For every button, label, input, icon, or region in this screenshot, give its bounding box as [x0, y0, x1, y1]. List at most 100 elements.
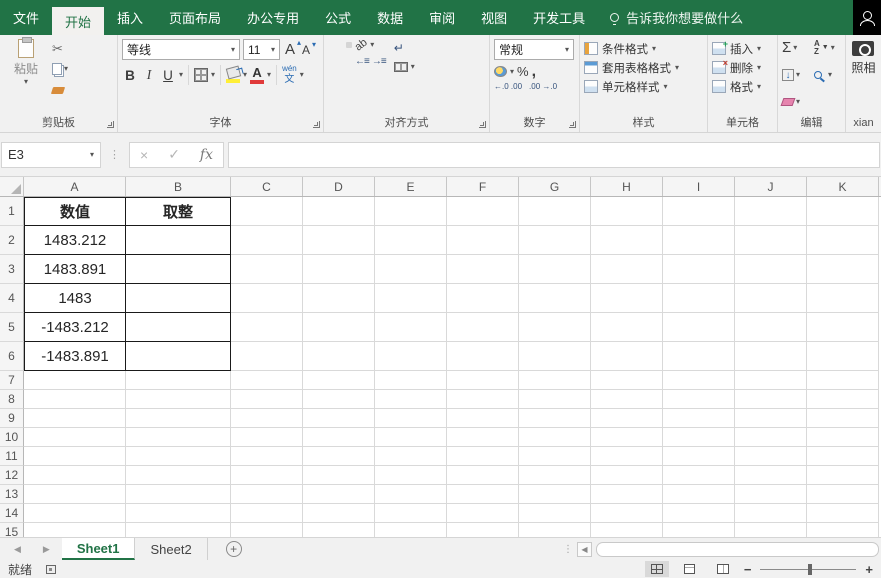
grow-font-button[interactable]: A ▴ — [283, 38, 301, 58]
cell-G10[interactable] — [519, 428, 591, 447]
cancel-button[interactable]: × — [140, 147, 148, 163]
column-header-C[interactable]: C — [231, 177, 303, 196]
cell-H5[interactable] — [591, 313, 663, 342]
merge-center-dropdown-arrow[interactable]: ▾ — [411, 63, 415, 71]
currency-dropdown-arrow[interactable]: ▾ — [510, 67, 514, 76]
format-painter-button[interactable] — [50, 80, 68, 97]
cell-K3[interactable] — [807, 255, 879, 284]
paste-dropdown-arrow[interactable]: ▾ — [24, 78, 28, 86]
cell-G14[interactable] — [519, 504, 591, 523]
font-color-dropdown-arrow[interactable]: ▾ — [267, 71, 271, 79]
normal-view-button[interactable] — [644, 561, 669, 577]
format-as-table-button[interactable]: 套用表格格式 ▾ — [584, 58, 704, 77]
cell-J11[interactable] — [735, 447, 807, 466]
cell-A12[interactable] — [24, 466, 126, 485]
cell-J1[interactable] — [735, 197, 807, 226]
cell-E3[interactable] — [375, 255, 447, 284]
comma-style-button[interactable]: , — [532, 63, 536, 79]
account-button[interactable] — [853, 0, 881, 35]
cell-E1[interactable] — [375, 197, 447, 226]
cell-C8[interactable] — [231, 390, 303, 409]
wrap-text-button[interactable]: ↵ — [394, 41, 415, 55]
cell-I14[interactable] — [663, 504, 735, 523]
cell-E12[interactable] — [375, 466, 447, 485]
cell-H13[interactable] — [591, 485, 663, 504]
column-header-G[interactable]: G — [519, 177, 591, 196]
cell-E9[interactable] — [375, 409, 447, 428]
cell-D3[interactable] — [303, 255, 375, 284]
cell-A10[interactable] — [24, 428, 126, 447]
cell-E14[interactable] — [375, 504, 447, 523]
cell-F7[interactable] — [447, 371, 519, 390]
cell-H10[interactable] — [591, 428, 663, 447]
column-header-D[interactable]: D — [303, 177, 375, 196]
decrease-indent-button[interactable]: ←≡ — [355, 56, 370, 67]
scrollbar-separator[interactable]: ⋮ — [563, 544, 573, 555]
align-center-button[interactable] — [337, 59, 343, 65]
row-header-8[interactable]: 8 — [0, 390, 24, 409]
cell-J6[interactable] — [735, 342, 807, 371]
align-middle-button[interactable] — [337, 42, 343, 48]
enter-button[interactable]: ✓ — [168, 146, 180, 163]
cell-F5[interactable] — [447, 313, 519, 342]
cell-J15[interactable] — [735, 523, 807, 537]
insert-function-button[interactable]: fx — [200, 147, 213, 163]
cell-C1[interactable] — [231, 197, 303, 226]
cell-F1[interactable] — [447, 197, 519, 226]
row-header-14[interactable]: 14 — [0, 504, 24, 523]
cell-K6[interactable] — [807, 342, 879, 371]
cell-F2[interactable] — [447, 226, 519, 255]
cell-B6[interactable] — [126, 342, 231, 371]
cell-D15[interactable] — [303, 523, 375, 537]
cell-C3[interactable] — [231, 255, 303, 284]
cell-C4[interactable] — [231, 284, 303, 313]
cell-J8[interactable] — [735, 390, 807, 409]
format-cells-button[interactable]: 格式 ▾ — [712, 77, 774, 96]
cell-B13[interactable] — [126, 485, 231, 504]
cell-B11[interactable] — [126, 447, 231, 466]
cell-B14[interactable] — [126, 504, 231, 523]
cell-K12[interactable] — [807, 466, 879, 485]
cell-A5[interactable]: -1483.212 — [24, 313, 126, 342]
cell-F3[interactable] — [447, 255, 519, 284]
font-color-button[interactable]: A — [250, 66, 265, 84]
shrink-font-button[interactable]: A ▾ — [300, 40, 316, 57]
row-header-2[interactable]: 2 — [0, 226, 24, 255]
cell-H14[interactable] — [591, 504, 663, 523]
cell-H8[interactable] — [591, 390, 663, 409]
cell-D10[interactable] — [303, 428, 375, 447]
cell-A15[interactable] — [24, 523, 126, 537]
zoom-slider[interactable] — [760, 563, 857, 575]
hscroll-left-arrow[interactable]: ◀ — [577, 541, 592, 557]
cell-B7[interactable] — [126, 371, 231, 390]
paste-button[interactable]: 粘贴 ▾ — [4, 37, 48, 116]
cell-I5[interactable] — [663, 313, 735, 342]
cell-I12[interactable] — [663, 466, 735, 485]
cell-G13[interactable] — [519, 485, 591, 504]
decrease-decimal-button[interactable]: .00 →.0 — [529, 82, 557, 92]
cell-C11[interactable] — [231, 447, 303, 466]
cell-E6[interactable] — [375, 342, 447, 371]
cell-G2[interactable] — [519, 226, 591, 255]
fill-color-dropdown-arrow[interactable]: ▾ — [243, 71, 247, 79]
cell-K8[interactable] — [807, 390, 879, 409]
cell-G3[interactable] — [519, 255, 591, 284]
cell-I10[interactable] — [663, 428, 735, 447]
number-dialog-launcher[interactable] — [569, 121, 576, 128]
cell-B5[interactable] — [126, 313, 231, 342]
cell-E15[interactable] — [375, 523, 447, 537]
cell-F8[interactable] — [447, 390, 519, 409]
cell-E8[interactable] — [375, 390, 447, 409]
column-header-K[interactable]: K — [807, 177, 879, 196]
copy-button[interactable]: ▾ — [52, 60, 68, 77]
page-layout-view-button[interactable] — [678, 561, 702, 577]
font-name-select[interactable]: 等线 ▾ — [122, 39, 240, 60]
cell-I15[interactable] — [663, 523, 735, 537]
row-header-13[interactable]: 13 — [0, 485, 24, 504]
cell-A1[interactable]: 数值 — [24, 197, 126, 226]
cell-H15[interactable] — [591, 523, 663, 537]
borders-button[interactable] — [194, 68, 209, 82]
cell-styles-button[interactable]: 单元格样式 ▾ — [584, 77, 704, 96]
orientation-dropdown-arrow[interactable]: ▾ — [370, 41, 374, 49]
cell-G4[interactable] — [519, 284, 591, 313]
